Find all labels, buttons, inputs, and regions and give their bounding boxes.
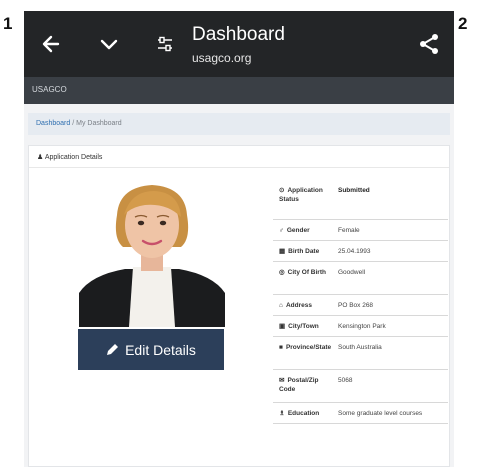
chevron-down-icon[interactable] <box>96 31 122 57</box>
details-row: ⊙ Application Status Submitted <box>273 180 448 220</box>
details-label: ▦ Birth Date <box>279 247 331 256</box>
details-label: ♗ Education <box>279 409 331 418</box>
details-label-text: Application Status <box>279 187 323 203</box>
details-value: PO Box 268 <box>338 302 374 309</box>
details-row: ♂ Gender Female <box>273 220 448 241</box>
details-label-text: Birth Date <box>288 248 320 255</box>
application-details-card: ♟ Application Details Edit Details ⊙ App… <box>28 145 450 467</box>
user-icon: ♟ <box>37 154 44 161</box>
site-header-text: USAGCO <box>32 85 67 94</box>
details-value: Some graduate level courses <box>338 410 423 417</box>
annotation-marker-2: 2 <box>458 14 468 33</box>
details-row-icon: ♂ <box>279 227 284 234</box>
details-label-text: Address <box>285 302 312 309</box>
details-row-icon: ♗ <box>279 410 285 417</box>
details-row-icon: ■ <box>279 344 283 351</box>
details-value: Submitted <box>338 187 370 194</box>
details-label-text: Postal/Zip Code <box>279 377 319 393</box>
details-value: Female <box>338 227 360 234</box>
details-label: ▣ City/Town <box>279 322 331 331</box>
details-row: ▦ Birth Date 25.04.1993 <box>273 241 448 262</box>
details-label-text: City/Town <box>288 323 319 330</box>
pencil-icon <box>107 344 119 355</box>
details-label-text: Education <box>287 410 320 417</box>
card-title: Application Details <box>44 154 103 161</box>
details-row: ♗ Education Some graduate level courses <box>273 403 448 424</box>
page-url: usagco.org <box>192 51 252 65</box>
details-label: ✉ Postal/Zip Code <box>279 376 331 394</box>
breadcrumb-current: My Dashboard <box>76 120 122 127</box>
details-table: ⊙ Application Status Submitted ♂ Gender Femal… <box>273 180 448 424</box>
browser-app-bar: Dashboard usagco.org <box>24 11 454 77</box>
details-row: ▣ City/Town Kensington Park <box>273 316 448 337</box>
site-header-bar: USAGCO <box>24 77 454 104</box>
tune-icon[interactable] <box>152 31 178 57</box>
details-row-icon: ⊙ <box>279 187 285 194</box>
details-label: ■ Province/State <box>279 343 331 352</box>
breadcrumb-dashboard-link[interactable]: Dashboard <box>36 120 70 127</box>
details-row-icon: ▦ <box>279 248 286 255</box>
details-row: ⌂ Address PO Box 268 <box>273 295 448 316</box>
details-label-text: Gender <box>286 227 310 234</box>
annotation-marker-1: 1 <box>3 14 13 33</box>
details-value: Kensington Park <box>338 323 386 330</box>
details-row-icon: ◎ <box>279 269 285 276</box>
details-label: ♂ Gender <box>279 226 331 235</box>
details-row-icon: ▣ <box>279 323 286 330</box>
profile-photo <box>79 181 225 327</box>
details-label-text: Province/State <box>285 344 332 351</box>
arrow-left-icon[interactable] <box>38 31 64 57</box>
details-label: ⊙ Application Status <box>279 186 331 204</box>
breadcrumb: Dashboard / My Dashboard <box>28 113 450 135</box>
details-value: 5068 <box>338 377 353 384</box>
share-icon[interactable] <box>416 31 442 57</box>
details-label-text: City Of Birth <box>287 269 326 276</box>
details-value: 25.04.1993 <box>338 248 371 255</box>
details-row-icon: ✉ <box>279 377 285 384</box>
page-content: Dashboard / My Dashboard ♟ Application D… <box>24 104 454 467</box>
page-title: Dashboard <box>192 24 285 45</box>
edit-details-label: Edit Details <box>125 341 196 358</box>
details-value: Goodwell <box>338 269 366 276</box>
details-row: ✉ Postal/Zip Code 5068 <box>273 370 448 403</box>
details-label: ⌂ Address <box>279 301 331 310</box>
details-row: ◎ City Of Birth Goodwell <box>273 262 448 295</box>
details-row-icon: ⌂ <box>279 302 283 309</box>
details-row: ■ Province/State South Australia <box>273 337 448 370</box>
breadcrumb-separator: / <box>72 120 75 127</box>
details-value: South Australia <box>338 344 382 351</box>
details-label: ◎ City Of Birth <box>279 268 331 277</box>
card-header: ♟ Application Details <box>29 146 449 168</box>
edit-details-button[interactable]: Edit Details <box>78 329 224 370</box>
